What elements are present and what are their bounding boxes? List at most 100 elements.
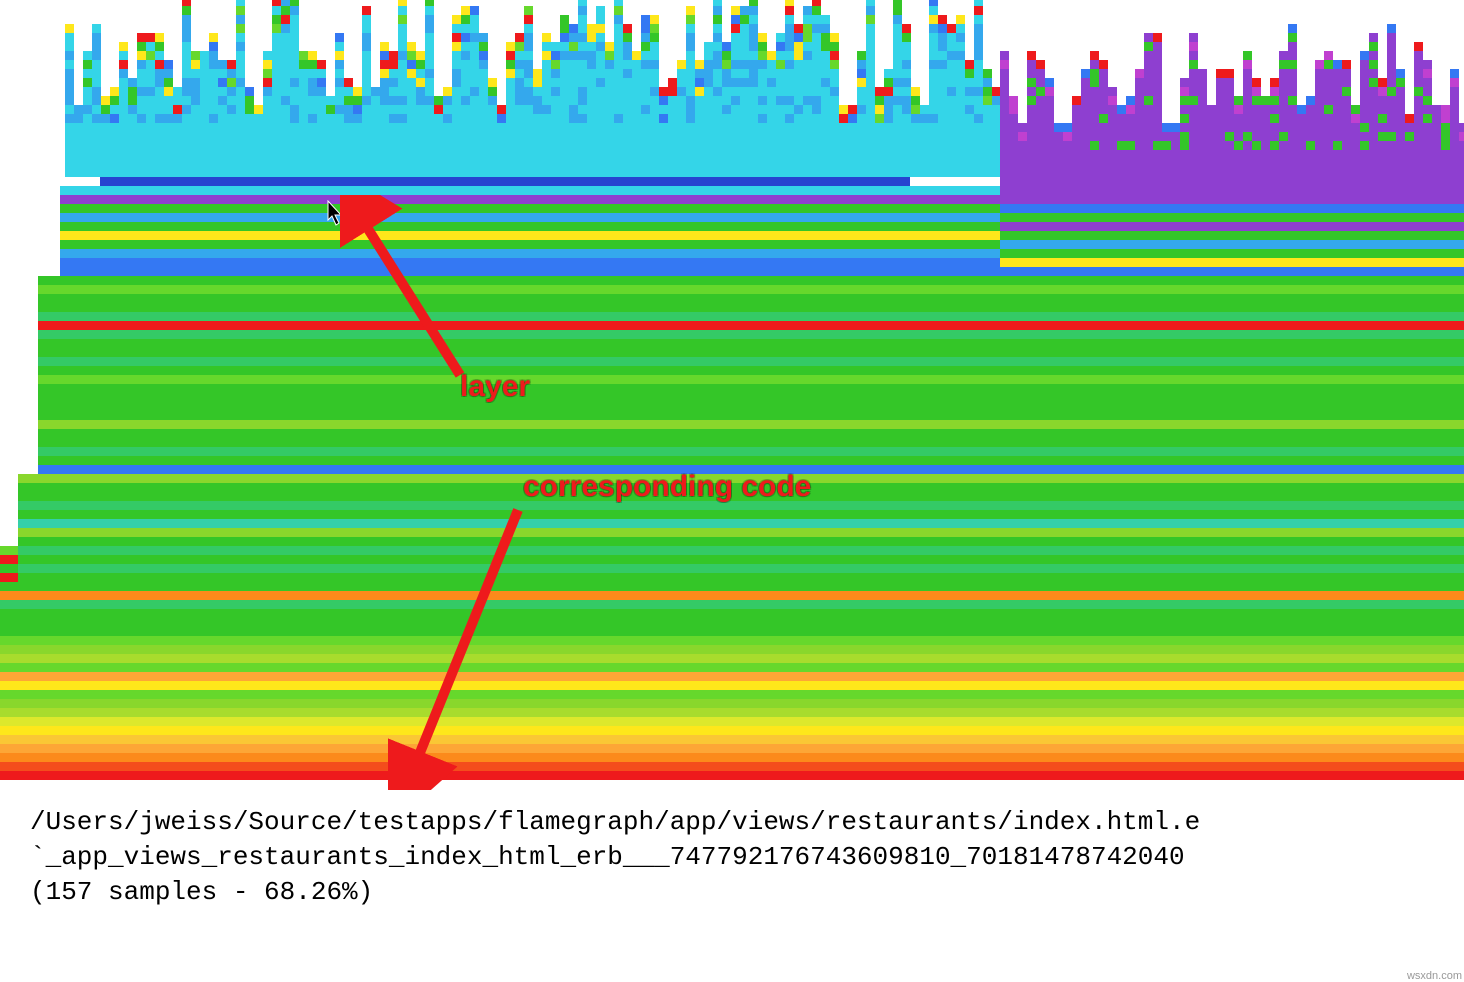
flame-cell[interactable] [1342, 114, 1351, 123]
flame-cell[interactable] [1225, 96, 1234, 105]
flame-cell[interactable] [92, 42, 101, 51]
flame-cell[interactable] [371, 123, 380, 132]
flame-cell[interactable] [614, 105, 623, 114]
flame-cell[interactable] [470, 6, 479, 15]
flame-cell[interactable] [929, 141, 938, 150]
flame-cell[interactable] [1315, 60, 1324, 69]
flame-cell[interactable] [884, 132, 893, 141]
flame-layer[interactable] [18, 537, 1464, 546]
flame-cell[interactable] [686, 87, 695, 96]
flame-cell[interactable] [641, 105, 650, 114]
flame-cell[interactable] [947, 51, 956, 60]
flame-cell[interactable] [1396, 78, 1405, 87]
flame-cell[interactable] [812, 24, 821, 33]
flame-cell[interactable] [308, 114, 317, 123]
flame-cell[interactable] [1153, 60, 1162, 69]
flame-cell[interactable] [461, 141, 470, 150]
flame-cell[interactable] [749, 132, 758, 141]
flame-cell[interactable] [830, 114, 839, 123]
flame-layer[interactable] [0, 726, 1464, 735]
flame-layer[interactable] [18, 564, 1464, 573]
flame-cell[interactable] [299, 123, 308, 132]
flame-cell[interactable] [209, 51, 218, 60]
flame-cell[interactable] [650, 60, 659, 69]
flame-cell[interactable] [974, 132, 983, 141]
flame-cell[interactable] [596, 105, 605, 114]
flame-cell[interactable] [1198, 69, 1207, 78]
flame-cell[interactable] [1243, 141, 1252, 150]
flame-cell[interactable] [569, 123, 578, 132]
flame-cell[interactable] [425, 15, 434, 24]
flame-cell[interactable] [1261, 132, 1270, 141]
flame-cell[interactable] [1351, 105, 1360, 114]
flame-cell[interactable] [326, 96, 335, 105]
flame-cell[interactable] [1189, 69, 1198, 78]
flame-cell[interactable] [731, 132, 740, 141]
flame-cell[interactable] [560, 96, 569, 105]
flame-cell[interactable] [461, 33, 470, 42]
flame-cell[interactable] [794, 132, 803, 141]
flame-cell[interactable] [704, 123, 713, 132]
flame-cell[interactable] [974, 51, 983, 60]
flame-cell[interactable] [218, 60, 227, 69]
flame-cell[interactable] [1414, 123, 1423, 132]
flame-cell[interactable] [929, 132, 938, 141]
flame-cell[interactable] [65, 105, 74, 114]
flame-cell[interactable] [911, 132, 920, 141]
flame-cell[interactable] [587, 51, 596, 60]
flame-cell[interactable] [866, 87, 875, 96]
flame-cell[interactable] [803, 132, 812, 141]
flame-cell[interactable] [1144, 123, 1153, 132]
flame-cell[interactable] [155, 78, 164, 87]
flame-cell[interactable] [965, 141, 974, 150]
flame-cell[interactable] [794, 123, 803, 132]
flame-cell[interactable] [803, 123, 812, 132]
flame-cell[interactable] [1135, 96, 1144, 105]
flame-cell[interactable] [677, 78, 686, 87]
flame-cell[interactable] [1333, 123, 1342, 132]
flame-cell[interactable] [1306, 132, 1315, 141]
flame-cell[interactable] [1216, 141, 1225, 150]
flame-cell[interactable] [272, 42, 281, 51]
flame-layer[interactable] [1000, 195, 1464, 204]
flame-cell[interactable] [542, 69, 551, 78]
flame-cell[interactable] [281, 24, 290, 33]
flame-cell[interactable] [1171, 141, 1180, 150]
flame-cell[interactable] [371, 96, 380, 105]
flame-cell[interactable] [623, 24, 632, 33]
flame-cell[interactable] [236, 123, 245, 132]
flame-cell[interactable] [650, 33, 659, 42]
flame-cell[interactable] [182, 24, 191, 33]
flame-cell[interactable] [1207, 114, 1216, 123]
flame-cell[interactable] [227, 87, 236, 96]
flame-cell[interactable] [470, 114, 479, 123]
flame-cell[interactable] [902, 114, 911, 123]
flame-cell[interactable] [1000, 78, 1009, 87]
flame-cell[interactable] [623, 42, 632, 51]
flame-cell[interactable] [1027, 132, 1036, 141]
flame-cell[interactable] [1198, 132, 1207, 141]
flame-cell[interactable] [614, 60, 623, 69]
flame-layer[interactable] [38, 285, 1464, 294]
flame-cell[interactable] [857, 87, 866, 96]
flame-cell[interactable] [749, 51, 758, 60]
flame-cell[interactable] [713, 0, 722, 6]
flame-cell[interactable] [1369, 96, 1378, 105]
flame-cell[interactable] [1126, 114, 1135, 123]
flame-cell[interactable] [1144, 33, 1153, 42]
flame-cell[interactable] [596, 123, 605, 132]
flame-cell[interactable] [1009, 114, 1018, 123]
flame-cell[interactable] [533, 78, 542, 87]
flame-cell[interactable] [380, 141, 389, 150]
flame-cell[interactable] [605, 87, 614, 96]
flame-cell[interactable] [857, 96, 866, 105]
flame-cell[interactable] [1009, 105, 1018, 114]
flame-cell[interactable] [596, 114, 605, 123]
flame-cell[interactable] [875, 114, 884, 123]
flame-cell[interactable] [938, 105, 947, 114]
flame-cell[interactable] [173, 123, 182, 132]
flame-cell[interactable] [866, 96, 875, 105]
flame-cell[interactable] [506, 78, 515, 87]
flame-cell[interactable] [1027, 123, 1036, 132]
flame-cell[interactable] [767, 132, 776, 141]
